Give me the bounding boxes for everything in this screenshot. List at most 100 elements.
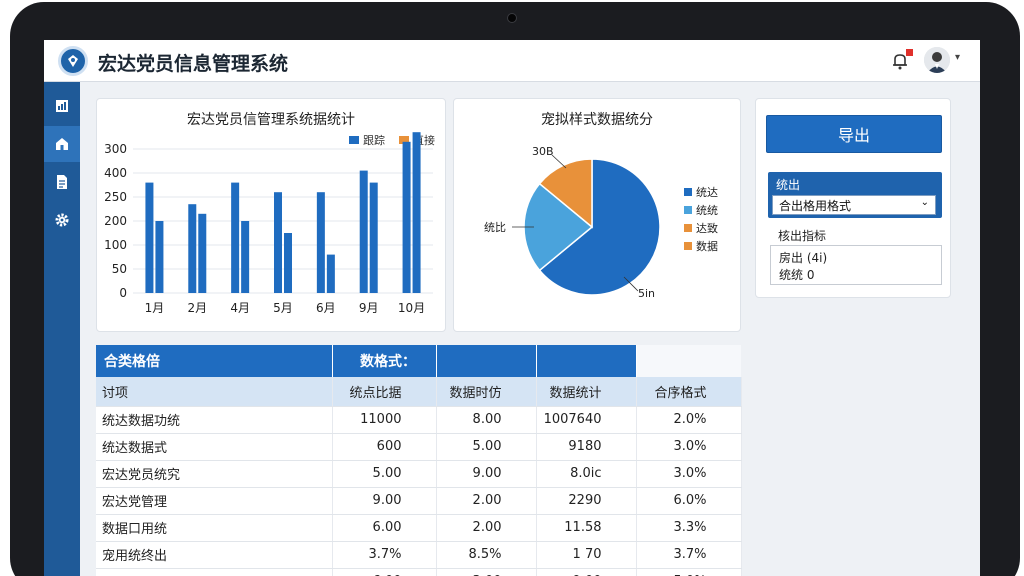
table-cell-value: 6.0%: [636, 487, 742, 515]
table-row[interactable]: 宠用统终出 3.7% 8.5% 1 70 3.7%: [96, 541, 742, 569]
table-cell-value: 600: [332, 433, 437, 461]
pie-legend-label: 数据: [696, 239, 718, 253]
table-subheader-cell: 讨项: [96, 377, 333, 407]
pie-legend-swatch: [684, 188, 692, 196]
table-subheader-cell: 数据统计: [536, 377, 637, 407]
table-subheader-cell: 统点比据: [332, 377, 437, 407]
y-tick-label: 100: [104, 238, 127, 252]
table-cell-item: 数据口用统: [96, 514, 333, 542]
pie-legend-swatch: [684, 206, 692, 214]
table-cell-value: 3.0%: [636, 433, 742, 461]
table-header-empty-2: [536, 345, 637, 377]
table-cell-value: 3.00: [436, 568, 537, 576]
bar-0: [274, 192, 282, 293]
export-format-select[interactable]: 合出格用格式 ⌄: [772, 195, 936, 215]
y-tick-label: 0: [119, 286, 127, 300]
pie-label-bottom: 5in: [638, 287, 655, 300]
table-header-group: 合类格倍: [96, 345, 333, 377]
table-cell-value: 3.7%: [636, 541, 742, 569]
table-cell-value: 6.00: [332, 514, 437, 542]
table-row[interactable]: 统达数据式 600 5.00 9180 3.0%: [96, 433, 742, 461]
table-cell-item: 宏达党管理: [96, 487, 333, 515]
bar-1: [369, 182, 378, 293]
x-tick-label: 1月: [145, 301, 165, 315]
bar-chart-card: 宏达党员信管理系统据统计 跟踪 直接 0 50 100 200 250 400 300 1月 2…: [96, 98, 446, 332]
bar-1: [241, 221, 250, 293]
table-row[interactable]: 数据口用统 6.00 2.00 11.58 3.3%: [96, 514, 742, 542]
table-cell-value: 8.0ic: [536, 460, 637, 488]
pie-chart-card: 宠拟样式数据统分 30B 统比 5in 统达 统统 达致 数据: [453, 98, 741, 332]
table-cell-value: 11.58: [536, 514, 637, 542]
pie-legend-swatch: [684, 224, 692, 232]
table-row[interactable]: 宏达统统6.003.009.005.0%: [96, 568, 742, 576]
table-row[interactable]: 宏达党员统究 5.00 9.00 8.0ic 3.0%: [96, 460, 742, 488]
y-tick-label: 200: [104, 214, 127, 228]
table-cell-value: 2.0%: [636, 406, 742, 434]
table-row[interactable]: 宏达党管理 9.00 2.00 2290 6.0%: [96, 487, 742, 515]
app-header: 宏达党员信息管理系统 ▾: [44, 40, 980, 82]
chevron-down-icon[interactable]: ▾: [955, 52, 960, 63]
notification-badge: [906, 49, 913, 56]
pie-label-left: 统比: [484, 221, 506, 234]
table-cell-value: 1 70: [536, 541, 637, 569]
export-button[interactable]: 导出: [766, 115, 942, 153]
table-cell-value: 11000: [332, 406, 437, 434]
bar-0: [231, 182, 240, 293]
y-tick-label: 50: [112, 262, 127, 276]
chart-doc-icon: [56, 100, 68, 112]
table-cell-item: 宏达党员统究: [96, 460, 333, 488]
document-icon: [57, 175, 67, 189]
bar-0: [359, 170, 368, 293]
pie-legend-label: 统统: [696, 204, 718, 217]
pie-legend-label: 达致: [696, 221, 718, 235]
sidebar-item-report[interactable]: [44, 88, 80, 124]
export-info-line1: 房出 (4i): [779, 251, 828, 265]
table-cell-value: 3.0%: [636, 460, 742, 488]
x-tick-label: 2月: [187, 301, 207, 315]
home-icon: [56, 138, 68, 150]
table-subheader-row: 讨项 统点比据 数据时仿 数据统计 合序格式: [96, 377, 742, 407]
table-header-blank: [636, 345, 741, 377]
table-header-empty-1: [436, 345, 537, 377]
sidebar-item-home[interactable]: [44, 126, 80, 162]
pie-legend-label: 统达: [696, 186, 718, 199]
table-cell-value: 3.3%: [636, 514, 742, 542]
export-select-value: 合出格用格式: [779, 199, 852, 213]
table-cell-value: 8.5%: [436, 541, 537, 569]
table-cell-value: 3.7%: [332, 541, 437, 569]
y-tick-label: 250: [104, 190, 127, 204]
export-sub-label: 核出指标: [778, 229, 827, 243]
y-tick-label: 300: [104, 142, 127, 156]
export-info-line2: 统统 0: [779, 268, 815, 282]
table-cell-value: 9.00: [332, 487, 437, 515]
pie-label-top: 30B: [532, 145, 554, 158]
x-tick-label: 6月: [316, 301, 336, 315]
sidebar-item-settings[interactable]: [44, 202, 80, 238]
app-title: 宏达党员信息管理系统: [98, 53, 289, 75]
export-info-box: 房出 (4i) 统统 0: [770, 245, 942, 285]
gear-icon: [55, 213, 69, 227]
bar-0: [402, 141, 411, 293]
table-cell-value: 9.00: [536, 568, 637, 576]
bar-0: [316, 192, 325, 293]
sidebar-item-documents[interactable]: [44, 164, 80, 200]
avatar[interactable]: [924, 47, 950, 73]
table-row[interactable]: 统达数据功统 11000 8.00 1007640 2.0%: [96, 406, 742, 434]
bar-1: [284, 233, 292, 293]
table-cell-item: 宠用统终出: [96, 541, 333, 569]
bar-1: [412, 132, 421, 293]
device-bezel: 宏达党员信息管理系统 ▾ 宏达党员信管理系统据统计 跟踪 直接 0 50 100…: [0, 0, 1024, 576]
table-cell-value: 2.00: [436, 514, 537, 542]
table-cell-value: 9.00: [436, 460, 537, 488]
pie-legend-swatch: [684, 242, 692, 250]
table-cell-value: 8.00: [436, 406, 537, 434]
camera-dot: [507, 13, 517, 23]
table-cell-value: 6.00: [332, 568, 437, 576]
table-cell-value: 2290: [536, 487, 637, 515]
export-panel-label: 统出: [776, 178, 801, 192]
table-cell-item: 统达数据功统: [96, 406, 333, 434]
y-tick-label: 400: [104, 166, 127, 180]
pie-chart: 30B 统比 5in 统达统统达致数据: [484, 145, 718, 300]
x-tick-label: 10月: [398, 301, 425, 315]
export-card: 导出 统出 合出格用格式 ⌄ 核出指标 房出 (4i) 统统 0: [755, 98, 951, 298]
